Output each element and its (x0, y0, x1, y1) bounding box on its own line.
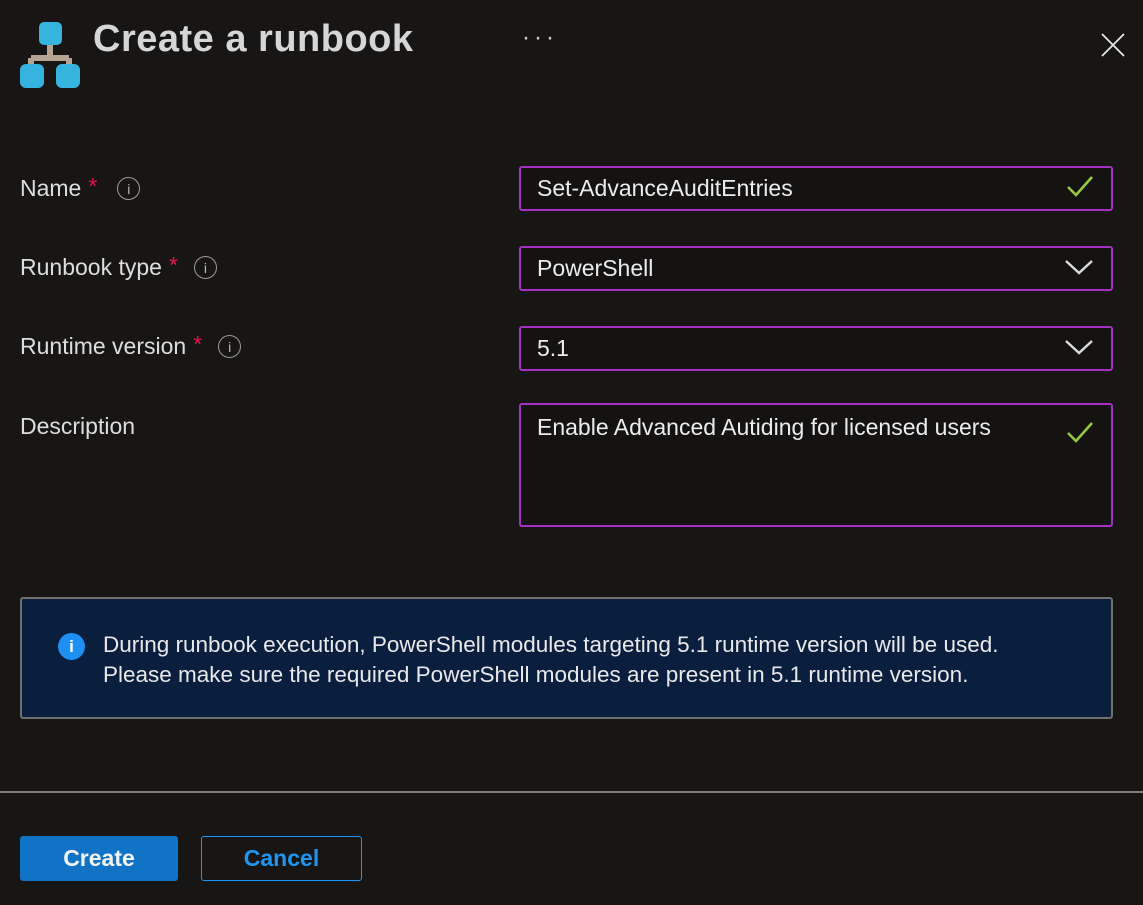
description-field-label: Description (20, 413, 135, 440)
required-asterisk: * (169, 252, 178, 279)
runbook-type-selected-value: PowerShell (537, 255, 1053, 282)
runtime-version-field-label: Runtime version (20, 333, 186, 360)
valid-checkmark-icon (1065, 174, 1095, 204)
runbook-type-dropdown[interactable]: PowerShell (519, 246, 1113, 291)
cancel-button[interactable]: Cancel (201, 836, 362, 881)
info-icon[interactable]: i (194, 256, 217, 279)
runbook-type-field-label-group: Runbook type * i (20, 254, 217, 281)
runtime-version-field-label-group: Runtime version * i (20, 333, 241, 360)
info-glyph: i (127, 181, 130, 197)
description-value: Enable Advanced Autiding for licensed us… (537, 414, 1055, 441)
chevron-down-icon (1063, 255, 1095, 282)
info-banner-line: Please make sure the required PowerShell… (103, 660, 999, 690)
info-banner-line: During runbook execution, PowerShell mod… (103, 630, 999, 660)
create-runbook-panel: Create a runbook ··· Name * i Set-Advanc… (0, 0, 1143, 905)
close-icon[interactable] (1094, 26, 1132, 64)
footer-divider (0, 791, 1143, 793)
valid-checkmark-icon (1065, 420, 1095, 450)
description-textarea[interactable]: Enable Advanced Autiding for licensed us… (519, 403, 1113, 527)
info-icon[interactable]: i (117, 177, 140, 200)
info-banner-text: During runbook execution, PowerShell mod… (103, 630, 999, 690)
info-circle-icon: i (58, 633, 85, 660)
required-asterisk: * (193, 331, 202, 358)
runtime-version-dropdown[interactable]: 5.1 (519, 326, 1113, 371)
description-field-label-group: Description (20, 413, 135, 440)
page-title: Create a runbook (93, 18, 414, 61)
more-options-icon[interactable]: ··· (522, 24, 558, 52)
name-field-label: Name (20, 175, 81, 202)
create-button[interactable]: Create (20, 836, 178, 881)
name-input-value: Set-AdvanceAuditEntries (537, 175, 1055, 202)
name-input[interactable]: Set-AdvanceAuditEntries (519, 166, 1113, 211)
info-glyph: i (228, 339, 231, 355)
info-glyph: i (69, 637, 74, 657)
runtime-version-selected-value: 5.1 (537, 335, 1053, 362)
runtime-info-banner: i During runbook execution, PowerShell m… (20, 597, 1113, 719)
required-asterisk: * (88, 173, 97, 200)
runbook-hierarchy-icon (18, 18, 82, 90)
chevron-down-icon (1063, 335, 1095, 362)
runbook-type-field-label: Runbook type (20, 254, 162, 281)
info-icon[interactable]: i (218, 335, 241, 358)
name-field-label-group: Name * i (20, 175, 140, 202)
info-glyph: i (204, 260, 207, 276)
